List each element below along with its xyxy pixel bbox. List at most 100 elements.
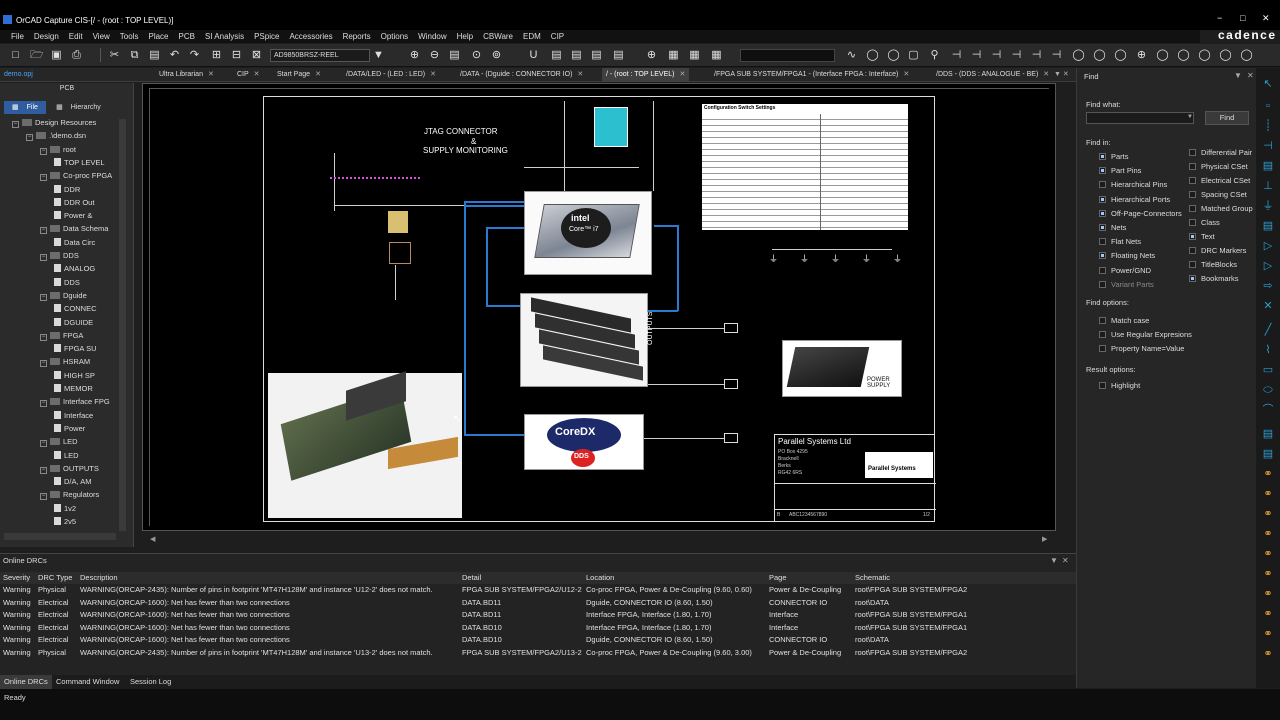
pspice-voltage-icon[interactable]: ⚭ (1261, 488, 1275, 500)
pspice-probe-icon[interactable]: ⚭ (1261, 468, 1275, 480)
collapse-icon[interactable]: − (40, 493, 47, 501)
power-icon[interactable]: ⊥ (1261, 180, 1275, 192)
polyline-icon[interactable]: ⌇ (1261, 344, 1275, 356)
checkbox-part-pins[interactable]: Part Pins (1099, 166, 1141, 175)
no-connect-icon[interactable]: ✕ (1261, 300, 1275, 312)
tree-item[interactable]: − OUTPUTS (40, 463, 99, 475)
pin2-icon[interactable]: ⊣ (970, 48, 983, 62)
tab-led[interactable]: /DATA/LED - (LED : LED) ✕ (342, 68, 440, 82)
tree-item[interactable]: ANALOG (54, 263, 95, 275)
tree-item[interactable]: − Interface FPG (40, 396, 110, 408)
tree-item[interactable]: − FPGA (40, 330, 83, 342)
tab-session-log[interactable]: Session Log (126, 675, 175, 689)
ellipse-icon[interactable]: ◯ (866, 48, 879, 62)
menu-place[interactable]: Place (143, 30, 173, 43)
collapse-icon[interactable]: − (40, 293, 47, 301)
tree-item[interactable]: 2v5 (54, 516, 76, 528)
hier-pin-icon[interactable]: ▷ (1261, 260, 1275, 272)
tab-fpga1[interactable]: /FPGA SUB SYSTEM/FPGA1 - (Interface FPGA… (710, 68, 913, 82)
menu-reports[interactable]: Reports (338, 30, 376, 43)
tree-item[interactable]: Data Circ (54, 237, 95, 249)
tree-item[interactable]: − .\demo.dsn (26, 130, 86, 142)
collapse-icon[interactable]: − (40, 174, 47, 182)
tree-item[interactable]: Power (54, 423, 85, 435)
bookmark-icon[interactable]: ▤ (1261, 448, 1275, 460)
tree-item[interactable]: − HSRAM (40, 356, 90, 368)
collapse-icon[interactable]: − (40, 400, 47, 408)
close-icon[interactable]: ✕ (1043, 71, 1049, 78)
ellipse-icon[interactable]: ⬭ (1261, 384, 1275, 396)
tree-item[interactable]: Power & (54, 210, 92, 222)
checkbox-floating-nets[interactable]: Floating Nets (1099, 251, 1155, 260)
circle7-icon[interactable]: ◯ (1198, 48, 1211, 62)
circle8-icon[interactable]: ◯ (1219, 48, 1232, 62)
collapse-icon[interactable]: − (40, 360, 47, 368)
save-icon[interactable]: ▣ (50, 48, 63, 62)
collapse-icon[interactable]: − (40, 440, 47, 448)
menu-cbware[interactable]: CBWare (478, 30, 518, 43)
pcb-link-icon[interactable]: ⊕ (645, 48, 658, 62)
tab-start-page[interactable]: Start Page ✕ (273, 68, 325, 82)
tree-item[interactable]: DDR (54, 184, 80, 196)
tab-command-window[interactable]: Command Window (52, 675, 123, 689)
circle9-icon[interactable]: ◯ (1240, 48, 1253, 62)
snap-grid-icon[interactable]: U (527, 48, 540, 62)
circle3-icon[interactable]: ◯ (1093, 48, 1106, 62)
drc-row[interactable]: Warning Electrical WARNING(ORCAP-1600): Ne… (0, 622, 1076, 634)
pspice-bias-icon[interactable]: ⚭ (1261, 588, 1275, 600)
collapse-icon[interactable]: − (40, 333, 47, 341)
tree-item[interactable]: − Design Resources (12, 117, 96, 129)
tree-item[interactable]: − DDS (40, 250, 79, 262)
circle2-icon[interactable]: ◯ (1072, 48, 1085, 62)
bom-icon[interactable]: ▤ (612, 48, 625, 62)
cross-probe-icon[interactable]: ▦ (667, 48, 680, 62)
maximize-button[interactable]: □ (1240, 13, 1245, 23)
drc-row[interactable]: Warning Electrical WARNING(ORCAP-1600): Ne… (0, 609, 1076, 621)
tree-item[interactable]: HIGH SP (54, 370, 95, 382)
tree-item[interactable]: DDS (54, 277, 80, 289)
checkbox-nets[interactable]: Nets (1099, 223, 1126, 232)
close-icon[interactable]: ✕ (254, 71, 260, 78)
tree-item[interactable]: DGUIDE (54, 317, 93, 329)
tree-item[interactable]: − LED (40, 436, 78, 448)
undo-icon[interactable]: ↶ (168, 48, 181, 62)
menu-cip[interactable]: CIP (546, 30, 569, 43)
schematic-canvas[interactable]: JTAG CONNECTOR & SUPPLY MONITORING intel… (142, 83, 1056, 531)
drc-row[interactable]: Warning Electrical WARNING(ORCAP-1600): Ne… (0, 597, 1076, 609)
tree-item[interactable]: 1v2 (54, 503, 76, 515)
zoom-area-icon[interactable]: ▤ (448, 48, 461, 62)
search-icon[interactable]: ⚲ (928, 48, 941, 62)
menu-window[interactable]: Window (413, 30, 451, 43)
rect-icon[interactable]: ▢ (907, 48, 920, 62)
tree-item[interactable]: − Data Schema (40, 223, 108, 235)
circle6-icon[interactable]: ◯ (1177, 48, 1190, 62)
tree-item[interactable]: Interface (54, 410, 93, 422)
tab-dds[interactable]: /DDS - (DDS : ANALOGUE - BE) ✕ (932, 68, 1053, 82)
menu-si-analysis[interactable]: SI Analysis (200, 30, 249, 43)
tab-top-level[interactable]: / - (root : TOP LEVEL) ✕ (602, 68, 690, 82)
redo-icon[interactable]: ↷ (188, 48, 201, 62)
circle-icon[interactable]: ◯ (887, 48, 900, 62)
place-part-icon[interactable]: ⊞ (210, 48, 223, 62)
menu-edm[interactable]: EDM (518, 30, 546, 43)
place-wire-icon[interactable]: ⊟ (230, 48, 243, 62)
text-icon[interactable]: ▤ (1261, 428, 1275, 440)
drc-row[interactable]: Warning Physical WARNING(ORCAP-2435): Numb… (0, 647, 1076, 659)
zoom-in-icon[interactable]: ⊕ (408, 48, 421, 62)
checkbox-parts[interactable]: Parts (1099, 152, 1129, 161)
annotate-icon[interactable]: ▤ (550, 48, 563, 62)
pin4-icon[interactable]: ⊣ (1010, 48, 1023, 62)
pspice-diff-icon[interactable]: ⚭ (1261, 568, 1275, 580)
collapse-icon[interactable]: − (12, 121, 19, 128)
blank-combo[interactable] (740, 49, 835, 62)
bus-icon[interactable]: ⊣ (1261, 140, 1275, 152)
netlist-icon[interactable]: ▤ (590, 48, 603, 62)
place-part-icon[interactable]: ▫ (1261, 100, 1275, 112)
close-icon[interactable]: ✕ (903, 71, 909, 78)
menu-design[interactable]: Design (29, 30, 64, 43)
find-part-icon[interactable]: ▼ (372, 48, 385, 62)
checkbox-hierarchical-pins[interactable]: Hierarchical Pins (1099, 180, 1167, 189)
off-page-icon[interactable]: ⇨ (1261, 280, 1275, 292)
close-icon[interactable]: ✕ (430, 71, 436, 78)
collapse-icon[interactable]: − (40, 254, 47, 261)
